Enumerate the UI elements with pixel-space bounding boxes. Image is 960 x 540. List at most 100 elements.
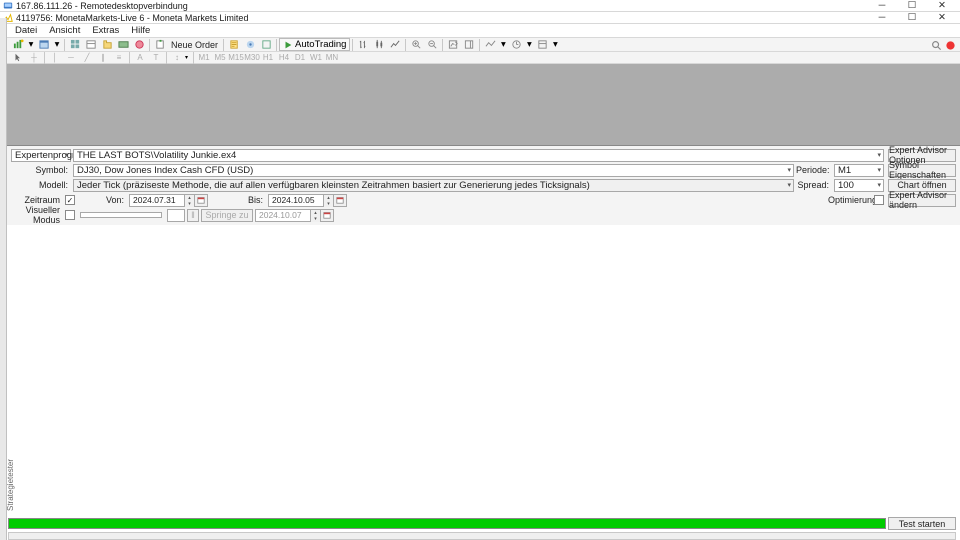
jump-date-input[interactable]: 2024.10.07 [255, 209, 311, 222]
symbol-label: Symbol: [11, 165, 71, 175]
new-chart-drop[interactable]: ▾ [27, 38, 35, 51]
rdp-close-button[interactable]: ✕ [927, 0, 957, 12]
data-window-button[interactable] [84, 38, 98, 51]
to-label: Bis: [210, 195, 266, 205]
new-order-label[interactable]: Neue Order [168, 40, 221, 50]
terminal-button[interactable] [116, 38, 130, 51]
speed-slider[interactable] [80, 212, 162, 218]
profiles-button[interactable] [37, 38, 51, 51]
spread-select[interactable]: 100 [834, 179, 884, 192]
play-icon [283, 40, 293, 50]
tester-button[interactable] [132, 38, 146, 51]
symbol-props-button[interactable]: Symbol Eigenschaften [888, 164, 956, 177]
app-title: 4119756: MonetaMarkets-Live 6 - Moneta M… [16, 13, 867, 23]
toolbar-right [930, 39, 956, 51]
to-date-picker[interactable] [334, 194, 347, 207]
to-date-spin[interactable]: ▴▾ [324, 194, 334, 207]
pause-button[interactable]: ‖ [187, 209, 199, 222]
tf-m30[interactable]: M30 [245, 53, 259, 63]
line-chart-button[interactable] [388, 38, 402, 51]
textlabel-button[interactable]: T [149, 53, 163, 63]
search-icon[interactable] [930, 39, 942, 51]
fibo-button[interactable]: ≡ [112, 53, 126, 63]
indicators-drop[interactable]: ▾ [499, 38, 507, 51]
market-watch-button[interactable] [68, 38, 82, 51]
tf-d1[interactable]: D1 [293, 53, 307, 63]
options-button[interactable] [243, 38, 257, 51]
timerange-checkbox[interactable]: ✓ [65, 195, 75, 205]
candle-chart-button[interactable] [372, 38, 386, 51]
period-select[interactable]: M1 [834, 164, 884, 177]
jump-button[interactable]: Springe zu [201, 209, 253, 222]
arrows-drop[interactable]: ▾ [185, 54, 191, 61]
chartshift-button[interactable] [462, 38, 476, 51]
channel-button[interactable]: ∥ [96, 53, 110, 63]
strategy-tester: Expertenprogramm THE LAST BOTS\Volatilit… [7, 146, 960, 225]
arrows-button[interactable]: ↕ [170, 53, 184, 63]
periods-drop[interactable]: ▾ [525, 38, 533, 51]
zoom-in-button[interactable] [409, 38, 423, 51]
fullscreen-button[interactable] [259, 38, 273, 51]
menu-file[interactable]: Datei [9, 25, 43, 36]
navigator-button[interactable] [100, 38, 114, 51]
app-maximize-button[interactable]: ☐ [897, 12, 927, 24]
ea-edit-button[interactable]: Expert Advisor ändern [888, 194, 956, 207]
expert-select[interactable]: THE LAST BOTS\Volatility Junkie.ex4 [73, 149, 884, 162]
visual-checkbox[interactable] [65, 210, 75, 220]
menubar: Datei Ansicht Extras Hilfe [7, 24, 960, 37]
periods-button[interactable] [509, 38, 523, 51]
left-dock-label: Strategietester [6, 459, 15, 511]
timerange-label: Zeitraum [11, 195, 63, 205]
jump-date-picker[interactable] [321, 209, 334, 222]
tf-h1[interactable]: H1 [261, 53, 275, 63]
bar-chart-button[interactable] [356, 38, 370, 51]
rdp-maximize-button[interactable]: ☐ [897, 0, 927, 12]
cursor-button[interactable] [11, 53, 25, 63]
autotrading-button[interactable]: AutoTrading [279, 38, 350, 51]
rdp-title: 167.86.111.26 - Remotedesktopverbindung [16, 1, 867, 11]
app-close-button[interactable]: ✕ [927, 12, 957, 24]
from-date-spin[interactable]: ▴▾ [185, 194, 195, 207]
menu-help[interactable]: Hilfe [125, 25, 156, 36]
tf-m15[interactable]: M15 [229, 53, 243, 63]
to-date-input[interactable]: 2024.10.05 [268, 194, 324, 207]
tf-mn[interactable]: MN [325, 53, 339, 63]
templates-drop[interactable]: ▾ [551, 38, 559, 51]
model-select[interactable]: Jeder Tick (präziseste Methode, die auf … [73, 179, 794, 192]
hline-button[interactable]: ─ [64, 53, 78, 63]
templates-button[interactable] [535, 38, 549, 51]
from-date-input[interactable]: 2024.07.31 [129, 194, 185, 207]
rdp-minimize-button[interactable]: ─ [867, 0, 897, 12]
tf-m1[interactable]: M1 [197, 53, 211, 63]
menu-extras[interactable]: Extras [86, 25, 125, 36]
start-test-button[interactable]: Test starten [888, 517, 956, 530]
jump-date-spin[interactable]: ▴▾ [311, 209, 321, 222]
tf-w1[interactable]: W1 [309, 53, 323, 63]
crosshair-button[interactable]: ┼ [27, 53, 41, 63]
rdp-icon [3, 1, 13, 11]
app-minimize-button[interactable]: ─ [867, 12, 897, 24]
autoscroll-button[interactable] [446, 38, 460, 51]
text-button[interactable]: A [133, 53, 147, 63]
optim-checkbox[interactable] [874, 195, 884, 205]
vline-button[interactable]: │ [48, 53, 62, 63]
from-date-picker[interactable] [195, 194, 208, 207]
chart-area [7, 64, 960, 146]
menu-view[interactable]: Ansicht [43, 25, 86, 36]
tf-m5[interactable]: M5 [213, 53, 227, 63]
trendline-button[interactable]: ╱ [80, 53, 94, 63]
new-order-icon[interactable] [153, 38, 167, 51]
metaeditor-button[interactable] [227, 38, 241, 51]
tf-h4[interactable]: H4 [277, 53, 291, 63]
app-titlebar: 4119756: MonetaMarkets-Live 6 - Moneta M… [0, 12, 960, 24]
indicators-button[interactable] [483, 38, 497, 51]
new-chart-button[interactable] [11, 38, 25, 51]
zoom-out-button[interactable] [425, 38, 439, 51]
speed-value[interactable] [167, 209, 185, 222]
tester-category-select[interactable]: Expertenprogramm [11, 149, 71, 162]
alert-icon[interactable] [944, 39, 956, 51]
rdp-titlebar: 167.86.111.26 - Remotedesktopverbindung … [0, 0, 960, 12]
progress-fill [9, 519, 885, 528]
symbol-select[interactable]: DJ30, Dow Jones Index Cash CFD (USD) [73, 164, 794, 177]
profiles-drop[interactable]: ▾ [53, 38, 61, 51]
